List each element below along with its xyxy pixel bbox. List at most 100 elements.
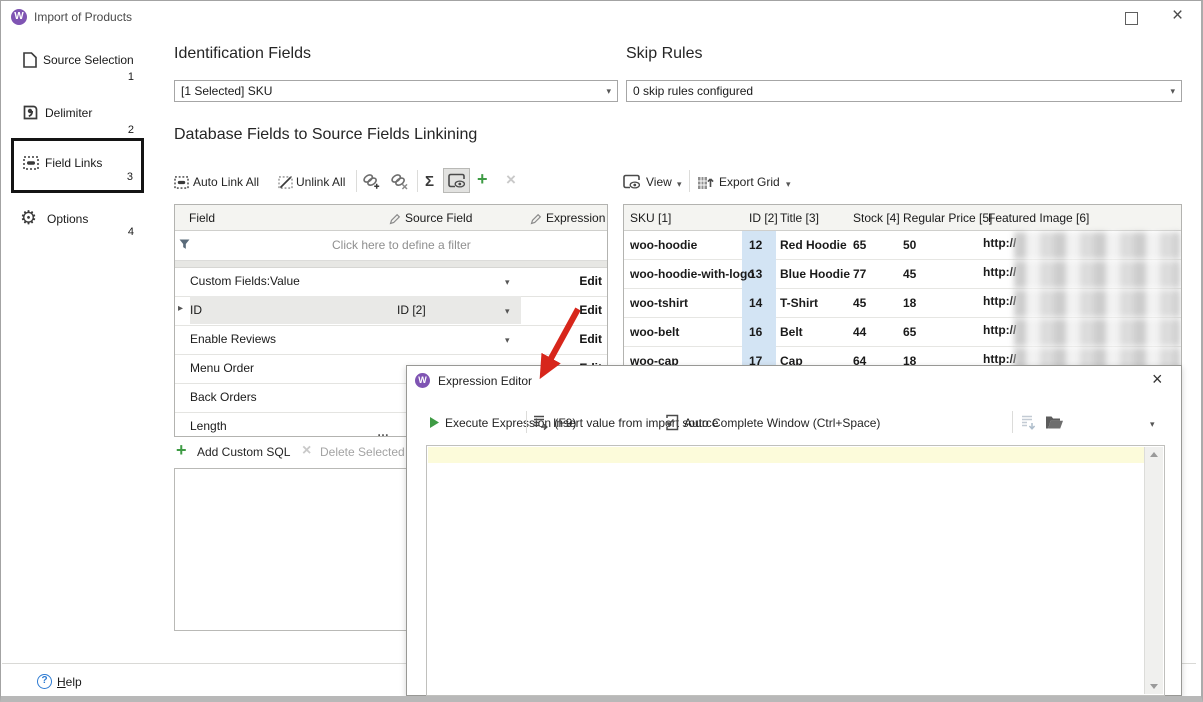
play-icon bbox=[429, 416, 440, 429]
linking-section-heading: Database Fields to Source Fields Linkini… bbox=[174, 126, 477, 144]
unlink-all-button[interactable]: Unlink All bbox=[296, 175, 345, 189]
field-name: Length bbox=[190, 419, 227, 433]
step-number: 2 bbox=[128, 124, 134, 136]
sidebar-item-source-selection[interactable]: Source Selection 1 bbox=[11, 47, 144, 87]
cell-price: 45 bbox=[903, 267, 916, 281]
column-header[interactable]: ID [2] bbox=[749, 211, 778, 225]
column-header[interactable]: Stock [4] bbox=[853, 211, 900, 225]
help-icon: ? bbox=[37, 674, 52, 689]
help-link[interactable]: Help bbox=[57, 675, 82, 689]
sum-expression-icon[interactable]: Σ bbox=[425, 173, 434, 190]
cell-image-url: http:// bbox=[983, 265, 1016, 279]
delete-selected-icon: × bbox=[302, 442, 311, 460]
identification-fields-heading: Identification Fields bbox=[174, 45, 311, 63]
auto-link-icon bbox=[174, 176, 189, 189]
dropdown-value: [1 Selected] SKU bbox=[181, 84, 272, 98]
app-logo-icon: W bbox=[415, 373, 430, 388]
scroll-up-icon[interactable] bbox=[1150, 452, 1158, 457]
cell-sku: woo-hoodie-with-logo bbox=[630, 267, 755, 281]
delimiter-quote-icon bbox=[23, 105, 38, 120]
cell-title: Red Hoodie bbox=[780, 238, 847, 252]
redacted-url bbox=[1014, 232, 1180, 259]
identification-fields-dropdown[interactable]: [1 Selected] SKU ▾ bbox=[174, 80, 618, 102]
step-number: 3 bbox=[127, 171, 133, 183]
sidebar-item-delimiter[interactable]: Delimiter 2 bbox=[11, 100, 144, 140]
auto-link-all-button[interactable]: Auto Link All bbox=[193, 175, 259, 189]
splitter-grip[interactable]: … bbox=[377, 425, 390, 439]
pencil-icon bbox=[389, 213, 401, 225]
cell-title: T-Shirt bbox=[780, 296, 818, 310]
edit-expression-button[interactable]: Edit bbox=[557, 274, 602, 288]
field-name: Back Orders bbox=[190, 390, 257, 404]
add-link-icon[interactable] bbox=[362, 173, 381, 190]
view-icon bbox=[622, 174, 641, 190]
cell-title: Belt bbox=[780, 325, 803, 339]
filter-row[interactable]: Click here to define a filter bbox=[175, 230, 607, 261]
cell-price: 65 bbox=[903, 325, 916, 339]
field-name: Menu Order bbox=[190, 361, 254, 375]
toolbar-divider bbox=[356, 170, 357, 192]
chevron-down-icon: ▾ bbox=[677, 179, 682, 190]
sidebar-item-label: Delimiter bbox=[45, 106, 92, 120]
scrollbar[interactable] bbox=[1144, 447, 1163, 694]
column-header-field[interactable]: Field bbox=[189, 211, 215, 225]
row-marker-icon: ▸ bbox=[178, 303, 183, 314]
remove-link-icon[interactable] bbox=[390, 173, 409, 190]
cell-price: 50 bbox=[903, 238, 916, 252]
cell-stock: 45 bbox=[853, 296, 866, 310]
annotation-arrow bbox=[501, 299, 596, 399]
sidebar-item-options[interactable]: ⚙ Options 4 bbox=[11, 205, 144, 245]
cell-id: 14 bbox=[749, 296, 762, 310]
export-grid-icon bbox=[697, 173, 714, 190]
maximize-button[interactable] bbox=[1125, 12, 1138, 25]
scroll-down-icon[interactable] bbox=[1150, 684, 1158, 689]
add-custom-sql-button[interactable]: Add Custom SQL bbox=[197, 445, 290, 459]
open-folder-icon[interactable] bbox=[1045, 415, 1064, 430]
field-name: Custom Fields:Value bbox=[190, 274, 300, 288]
sidebar-item-label: Source Selection bbox=[43, 53, 134, 67]
preview-row[interactable]: woo-belt 16 Belt 44 65 http:// bbox=[624, 318, 1181, 347]
cell-sku: woo-belt bbox=[630, 325, 679, 339]
app-logo-icon: W bbox=[11, 9, 27, 25]
field-links-icon bbox=[23, 156, 39, 170]
add-field-link-button[interactable]: + bbox=[477, 169, 488, 190]
delete-field-link-button-disabled: × bbox=[506, 170, 516, 190]
step-number: 1 bbox=[128, 71, 134, 83]
current-line-highlight bbox=[428, 447, 1145, 463]
view-menu-button[interactable]: View bbox=[646, 175, 672, 189]
delete-selected-button-disabled: Delete Selected bbox=[320, 445, 405, 459]
autocomplete-button[interactable]: Auto Complete Window (Ctrl+Space) bbox=[684, 416, 880, 430]
document-icon bbox=[23, 52, 37, 68]
column-header-expression[interactable]: Expression bbox=[546, 211, 605, 225]
column-header[interactable]: Title [3] bbox=[780, 211, 819, 225]
expression-text-area[interactable] bbox=[426, 445, 1165, 696]
close-window-button[interactable]: × bbox=[1172, 6, 1183, 26]
cell-sku: woo-hoodie bbox=[630, 238, 697, 252]
chevron-down-icon[interactable]: ▾ bbox=[505, 277, 510, 288]
column-header-source-field[interactable]: Source Field bbox=[405, 211, 472, 225]
dropdown-value: 0 skip rules configured bbox=[633, 84, 753, 98]
gear-icon: ⚙ bbox=[20, 207, 37, 230]
field-link-row[interactable]: Custom Fields:Value ▾ Edit bbox=[175, 267, 607, 297]
preview-row[interactable]: woo-hoodie 12 Red Hoodie 65 50 http:// bbox=[624, 231, 1181, 260]
cell-title: Blue Hoodie bbox=[780, 267, 850, 281]
close-dialog-button[interactable]: × bbox=[1152, 369, 1163, 390]
cell-stock: 65 bbox=[853, 238, 866, 252]
toolbar-divider bbox=[1012, 411, 1013, 433]
export-grid-button[interactable]: Export Grid bbox=[719, 175, 780, 189]
column-header[interactable]: Regular Price [5] bbox=[903, 211, 992, 225]
source-field-value: ID [2] bbox=[397, 303, 426, 317]
sidebar-item-field-links-active[interactable]: Field Links 3 bbox=[11, 138, 144, 193]
add-custom-sql-icon: + bbox=[176, 440, 187, 461]
column-header[interactable]: SKU [1] bbox=[630, 211, 671, 225]
preview-row[interactable]: woo-hoodie-with-logo 13 Blue Hoodie 77 4… bbox=[624, 260, 1181, 289]
load-expression-icon-disabled bbox=[1020, 414, 1037, 431]
cell-id: 12 bbox=[749, 238, 762, 252]
chevron-down-icon[interactable]: ▾ bbox=[1150, 419, 1155, 430]
column-header[interactable]: Featured Image [6] bbox=[988, 211, 1089, 225]
chevron-down-icon: ▾ bbox=[1170, 85, 1175, 97]
field-name: Enable Reviews bbox=[190, 332, 276, 346]
preview-row[interactable]: woo-tshirt 14 T-Shirt 45 18 http:// bbox=[624, 289, 1181, 318]
preview-toggle-button-active[interactable] bbox=[443, 168, 470, 193]
skip-rules-dropdown[interactable]: 0 skip rules configured ▾ bbox=[626, 80, 1182, 102]
